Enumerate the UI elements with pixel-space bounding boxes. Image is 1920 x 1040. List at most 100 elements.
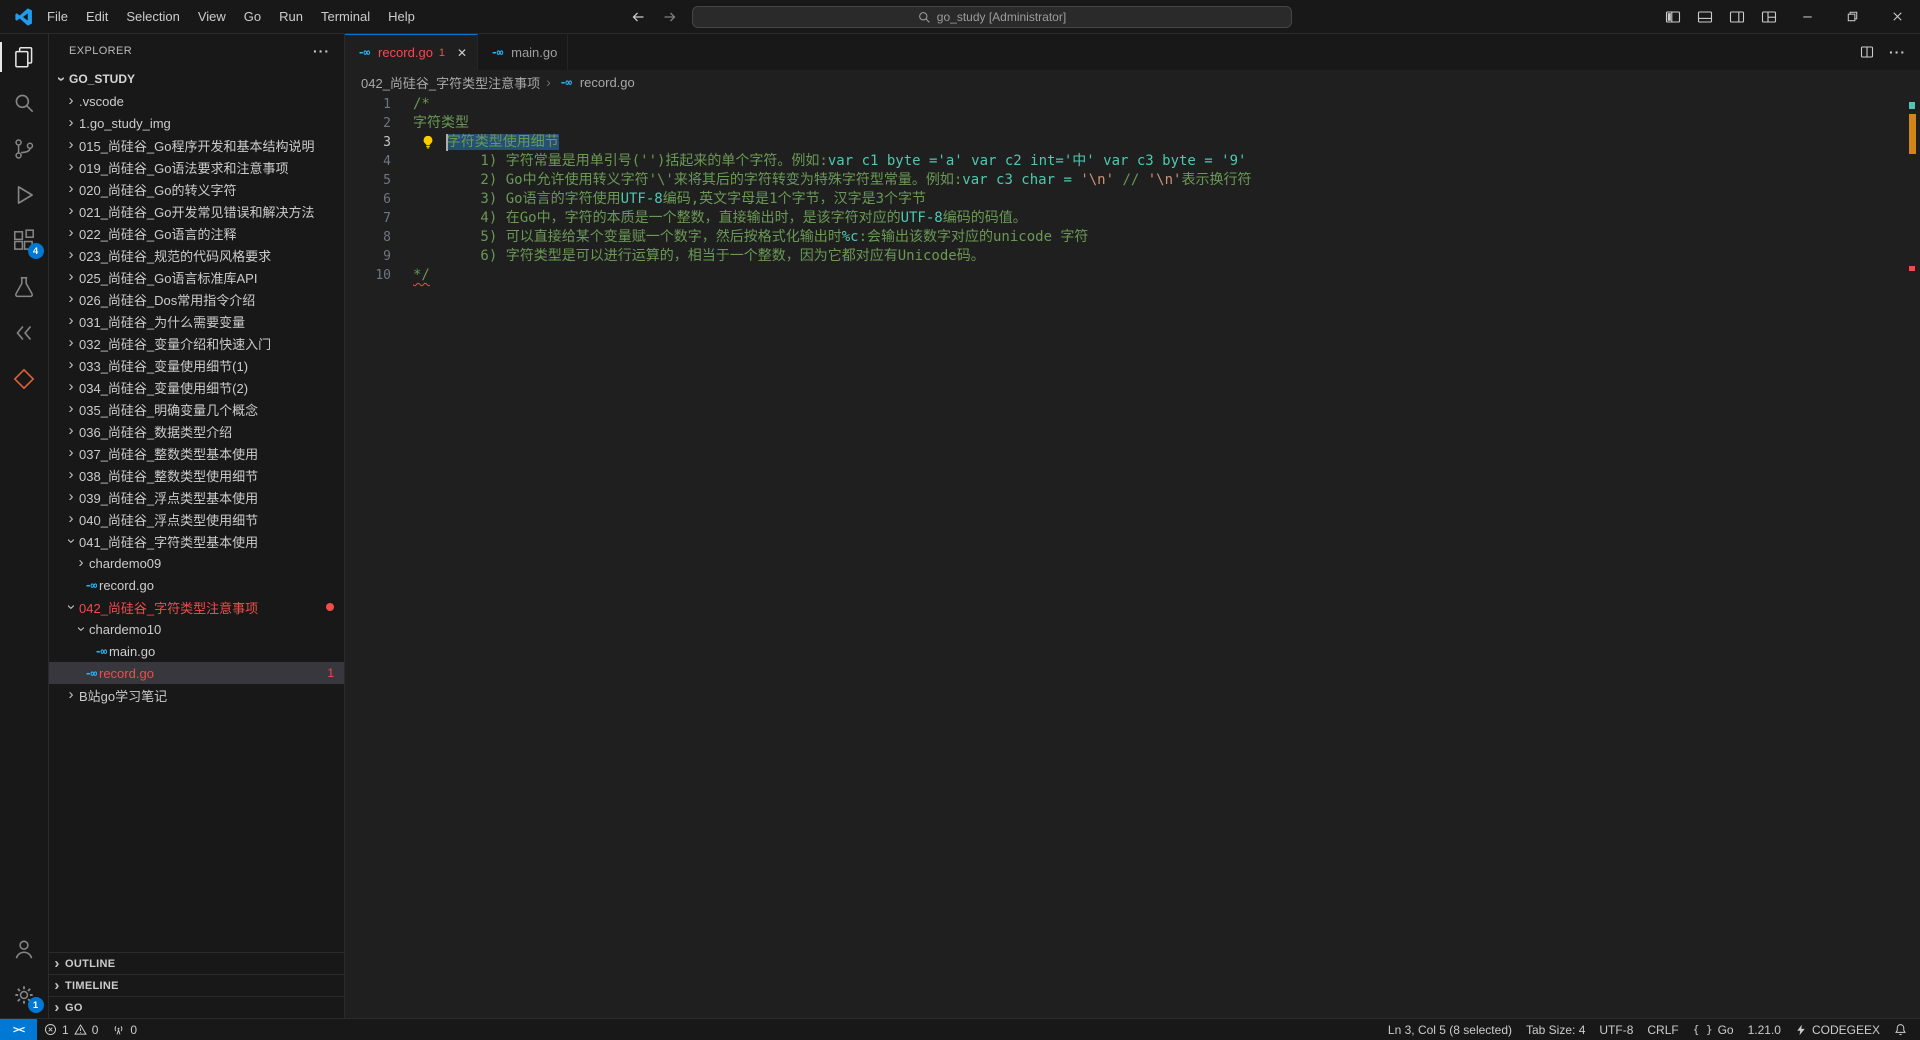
tree-item[interactable]: -∞ record.go [49,574,344,596]
toggle-panel-icon[interactable] [1689,9,1721,25]
menu-run[interactable]: Run [270,5,312,29]
tree-item[interactable]: › 023_尚硅谷_规范的代码风格要求 [49,244,344,266]
code-segment: '\n' [1080,172,1115,188]
ports-indicator[interactable]: 0 [105,1019,144,1040]
section-go[interactable]: › GO [49,996,344,1018]
command-center-search[interactable]: go_study [Administrator] [692,6,1292,28]
tree-item[interactable]: › chardemo10 [49,618,344,640]
line-content: 4) 在Go中，字符的本质是一个整数，直接输出时，是该字符对应的UTF-8编码的… [413,209,1026,228]
tree-item[interactable]: › 039_尚硅谷_浮点类型基本使用 [49,486,344,508]
remote-indicator[interactable]: >< [0,1019,37,1040]
code-line-8[interactable]: 8 5) 可以直接给某个变量赋一个数字，然后按格式化输出时%c:会输出该数字对应… [345,228,1920,247]
close-window-button[interactable] [1875,0,1920,34]
tree-item[interactable]: › 037_尚硅谷_整数类型基本使用 [49,442,344,464]
activity-item-extensions[interactable]: 4 [0,218,49,264]
tree-item[interactable]: › 022_尚硅谷_Go语言的注释 [49,222,344,244]
code-line-7[interactable]: 7 4) 在Go中，字符的本质是一个整数，直接输出时，是该字符对应的UTF-8编… [345,209,1920,228]
lightbulb-icon[interactable] [421,135,435,149]
tree-item[interactable]: › 038_尚硅谷_整数类型使用细节 [49,464,344,486]
tree-item[interactable]: › 1.go_study_img [49,112,344,134]
tree-item-label: 037_尚硅谷_整数类型基本使用 [79,446,259,462]
go-version-indicator[interactable]: 1.21.0 [1741,1019,1788,1040]
views-more-actions-icon[interactable]: ··· [313,43,330,59]
tree-item[interactable]: › 019_尚硅谷_Go语法要求和注意事项 [49,156,344,178]
chevron-right-icon: › [68,510,74,527]
status-bar: >< 1 0 0 Ln 3, Col 5 (8 selected) Tab Si… [0,1018,1920,1040]
toggle-primary-sidebar-icon[interactable] [1657,9,1689,25]
tree-item[interactable]: › 025_尚硅谷_Go语言标准库API [49,266,344,288]
menu-terminal[interactable]: Terminal [312,5,379,29]
tree-item[interactable]: › 015_尚硅谷_Go程序开发和基本结构说明 [49,134,344,156]
activity-item-source-control[interactable] [0,126,49,172]
encoding-indicator[interactable]: UTF-8 [1592,1019,1640,1040]
menu-file[interactable]: File [38,5,77,29]
tree-item[interactable]: › 033_尚硅谷_变量使用细节(1) [49,354,344,376]
activity-item-search[interactable] [0,80,49,126]
customize-layout-icon[interactable] [1753,9,1785,25]
menu-go[interactable]: Go [235,5,270,29]
activity-item-codegeex[interactable] [0,310,49,356]
tree-item[interactable]: -∞ record.go 1 [49,662,344,684]
chevron-right-icon: › [68,114,74,131]
tree-item[interactable]: › 036_尚硅谷_数据类型介绍 [49,420,344,442]
tree-item[interactable]: › 040_尚硅谷_浮点类型使用细节 [49,508,344,530]
language-mode-indicator[interactable]: { } Go [1686,1019,1741,1040]
activity-item-accounts[interactable] [0,926,49,972]
code-line-3[interactable]: 3 字符类型使用细节 [345,133,1920,152]
code-line-4[interactable]: 4 1) 字符常量是用单引号('')括起来的单个字符。例如:var c1 byt… [345,152,1920,171]
tree-item[interactable]: › 041_尚硅谷_字符类型基本使用 [49,530,344,552]
problems-indicator[interactable]: 1 0 [37,1019,105,1040]
tab-record-go[interactable]: -∞ record.go 1 ✕ [345,34,479,70]
tree-item[interactable]: › 042_尚硅谷_字符类型注意事项 [49,596,344,618]
tree-item[interactable]: › 020_尚硅谷_Go的转义字符 [49,178,344,200]
restore-button[interactable] [1830,0,1875,34]
section-outline[interactable]: › OUTLINE [49,952,344,974]
minimize-button[interactable] [1785,0,1830,34]
close-tab-icon[interactable]: ✕ [457,46,467,60]
breadcrumb-file[interactable]: record.go [580,75,635,90]
code-line-2[interactable]: 2 字符类型 [345,114,1920,133]
tree-item-label: 040_尚硅谷_浮点类型使用细节 [79,512,259,528]
cursor-position-indicator[interactable]: Ln 3, Col 5 (8 selected) [1381,1019,1519,1040]
menu-selection[interactable]: Selection [117,5,188,29]
activity-item-manage[interactable]: 1 [0,972,49,1018]
code-line-9[interactable]: 9 6) 字符类型是可以进行运算的，相当于一个整数，因为它都对应有Unicode… [345,247,1920,266]
menu-view[interactable]: View [189,5,235,29]
code-editor[interactable]: 1/* 2 字符类型 3 字符类型使用细节 4 1) 字符常量是用单引号('')括起来的… [345,94,1920,1018]
tree-item[interactable]: › 031_尚硅谷_为什么需要变量 [49,310,344,332]
tree-item[interactable]: › 035_尚硅谷_明确变量几个概念 [49,398,344,420]
tree-item[interactable]: › 026_尚硅谷_Dos常用指令介绍 [49,288,344,310]
tree-item[interactable]: › chardemo09 [49,552,344,574]
menu-help[interactable]: Help [379,5,424,29]
back-arrow-icon[interactable] [630,9,646,25]
notifications-indicator[interactable] [1887,1019,1914,1040]
toggle-secondary-sidebar-icon[interactable] [1721,9,1753,25]
activity-item-testing[interactable] [0,264,49,310]
tab-main-go[interactable]: -∞ main.go [478,34,569,70]
codegeex-indicator[interactable]: CODEGEEX [1788,1019,1887,1040]
activity-item-run-debug[interactable] [0,172,49,218]
code-line-6[interactable]: 6 3) Go语言的字符使用UTF-8编码,英文字母是1个字节，汉字是3个字节 [345,190,1920,209]
section-timeline[interactable]: › TIMELINE [49,974,344,996]
breadcrumb-folder[interactable]: 042_尚硅谷_字符类型注意事项 [361,73,540,92]
tree-item[interactable]: -∞ main.go [49,640,344,662]
editor-more-actions-icon[interactable]: ··· [1889,44,1906,60]
forward-arrow-icon[interactable] [662,9,678,25]
overview-ruler[interactable] [1906,94,1920,1018]
tree-item[interactable]: › B站go学习笔记 [49,684,344,706]
tree-root-folder[interactable]: › GO_STUDY [49,68,344,90]
code-line-1[interactable]: 1 /* [345,95,1920,114]
code-line-5[interactable]: 5 2) Go中允许使用转义字符'\'来将其后的字符转变为特殊字符型常量。例如:… [345,171,1920,190]
tree-item[interactable]: › 021_尚硅谷_Go开发常见错误和解决方法 [49,200,344,222]
activity-item-explorer[interactable] [0,34,49,80]
eol-indicator[interactable]: CRLF [1640,1019,1685,1040]
tree-item-label: 021_尚硅谷_Go开发常见错误和解决方法 [79,204,315,220]
split-editor-icon[interactable] [1859,44,1875,60]
activity-item-extension-diamond[interactable] [0,356,49,402]
tree-item[interactable]: › .vscode [49,90,344,112]
tree-item[interactable]: › 032_尚硅谷_变量介绍和快速入门 [49,332,344,354]
indentation-indicator[interactable]: Tab Size: 4 [1519,1019,1592,1040]
code-line-10[interactable]: 10 */ [345,266,1920,285]
tree-item[interactable]: › 034_尚硅谷_变量使用细节(2) [49,376,344,398]
menu-edit[interactable]: Edit [77,5,117,29]
